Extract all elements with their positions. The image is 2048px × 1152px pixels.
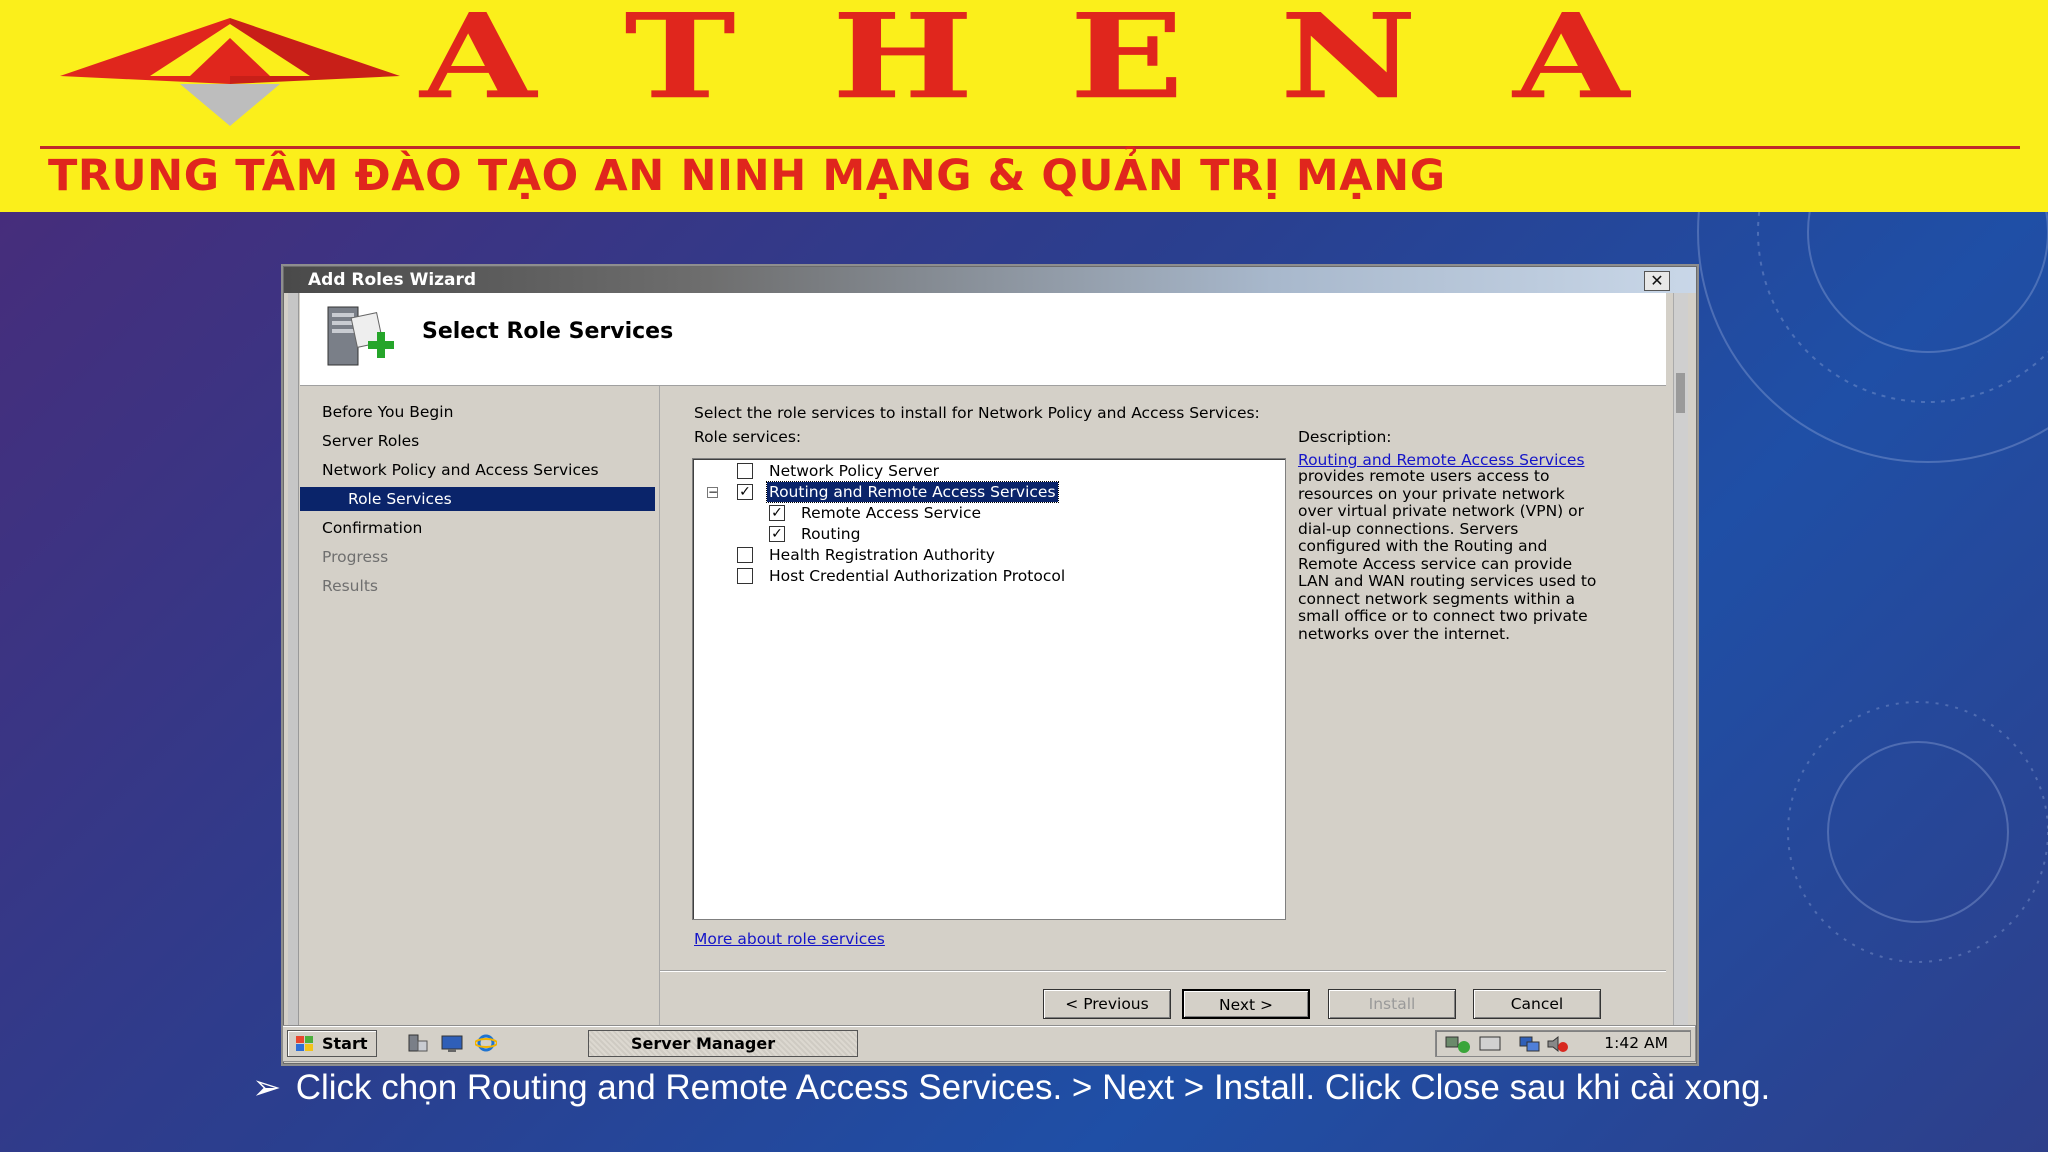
- close-icon[interactable]: ✕: [1644, 271, 1670, 291]
- next-button[interactable]: Next >: [1182, 989, 1310, 1019]
- tree-label: Routing and Remote Access Services: [766, 481, 1059, 503]
- description-line: LAN and WAN routing services used to: [1298, 572, 1597, 590]
- previous-button[interactable]: < Previous: [1043, 989, 1171, 1019]
- page-title: Select Role Services: [422, 319, 674, 344]
- nav-item-server-roles[interactable]: Server Roles: [300, 429, 655, 453]
- volume-muted-icon[interactable]: [1546, 1035, 1570, 1053]
- checkbox-network-policy-server[interactable]: [737, 463, 753, 479]
- taskbar-server-manager[interactable]: Server Manager: [588, 1030, 858, 1057]
- window-title: Add Roles Wizard: [308, 270, 477, 290]
- checkbox-remote-access-service[interactable]: ✓: [769, 505, 785, 521]
- start-button[interactable]: Start: [287, 1030, 377, 1057]
- checkbox-health-registration[interactable]: [737, 547, 753, 563]
- role-services-label: Role services:: [694, 428, 802, 446]
- description-line: resources on your private network: [1298, 484, 1565, 503]
- taskbar-task-label: Server Manager: [631, 1034, 776, 1053]
- description-line: Remote Access service can provide: [1298, 554, 1573, 573]
- description-line: configured with the Routing and: [1298, 537, 1548, 555]
- description-line: connect network segments within a: [1298, 589, 1576, 608]
- window-titlebar[interactable]: Add Roles Wizard ✕: [284, 267, 1696, 293]
- internet-explorer-icon[interactable]: [475, 1033, 497, 1053]
- network-icon[interactable]: [1444, 1035, 1474, 1053]
- nav-item-progress: Progress: [322, 548, 389, 566]
- windows-flag-icon: [296, 1036, 313, 1051]
- header-banner: ATHENA TRUNG TÂM ĐÀO TẠO AN NINH MẠNG & …: [0, 0, 2048, 212]
- banner-tagline: TRUNG TÂM ĐÀO TẠO AN NINH MẠNG & QUẢN TR…: [48, 151, 1446, 201]
- system-tray: 1:42 AM: [1435, 1030, 1691, 1057]
- start-label: Start: [322, 1034, 368, 1053]
- wizard-server-icon: [327, 306, 394, 366]
- instruction-text: Select the role services to install for …: [694, 404, 1260, 422]
- tree-label: Host Credential Authorization Protocol: [769, 567, 1066, 585]
- checkbox-host-credential[interactable]: [737, 568, 753, 584]
- nav-item-role-services[interactable]: Role Services: [300, 487, 655, 511]
- description-label: Description:: [1298, 428, 1392, 446]
- taskbar: Start Server Manager 1:42 AM: [283, 1026, 1695, 1061]
- vertical-scrollbar[interactable]: [1673, 293, 1688, 1051]
- clock: 1:42 AM: [1604, 1034, 1668, 1052]
- add-roles-wizard-window: Add Roles Wizard ✕ Select Role Services …: [283, 266, 1697, 1064]
- slide-caption: ➢ Click chọn Routing and Remote Access S…: [252, 1068, 1770, 1108]
- tree-label: Routing: [801, 525, 861, 543]
- description-line: over virtual private network (VPN) or: [1298, 502, 1585, 520]
- nav-item-before-you-begin[interactable]: Before You Begin: [300, 400, 655, 424]
- banner-divider: [40, 146, 2020, 149]
- nav-item-network-policy[interactable]: Network Policy and Access Services: [300, 458, 655, 482]
- description-line: dial-up connections. Servers: [1298, 519, 1519, 538]
- wizard-content: Select the role services to install for …: [660, 386, 1666, 1051]
- more-about-role-services-link[interactable]: More about role services: [694, 930, 885, 948]
- brand-name: ATHENA: [420, 0, 1726, 126]
- tree-label: Health Registration Authority: [769, 546, 995, 564]
- nav-item-results: Results: [322, 577, 378, 595]
- wizard-header: Select Role Services: [300, 293, 1666, 386]
- wizard-nav: Before You Begin Server Roles Network Po…: [300, 386, 660, 1051]
- show-desktop-icon[interactable]: [441, 1033, 463, 1053]
- caption-text: Click chọn Routing and Remote Access Ser…: [295, 1068, 1771, 1107]
- tree-label: Remote Access Service: [801, 504, 982, 522]
- bullet-arrow-icon: ➢: [252, 1068, 282, 1107]
- server-manager-icon[interactable]: [407, 1033, 429, 1053]
- tree-label: Network Policy Server: [769, 462, 939, 480]
- description-line: small office or to connect two private: [1298, 607, 1588, 625]
- description-line: provides remote users access to: [1298, 467, 1550, 485]
- nav-item-confirmation[interactable]: Confirmation: [300, 516, 655, 540]
- checkbox-routing[interactable]: ✓: [769, 526, 785, 542]
- cancel-button[interactable]: Cancel: [1473, 989, 1601, 1019]
- description-text: provides remote users access to resource…: [1298, 467, 1658, 643]
- network-connections-icon[interactable]: [1518, 1035, 1542, 1053]
- scrollbar-thumb[interactable]: [1676, 373, 1685, 413]
- athena-logo-icon: [60, 18, 400, 126]
- collapse-icon[interactable]: −: [707, 486, 718, 498]
- left-edge: [288, 293, 299, 1051]
- checkbox-routing-remote-access[interactable]: ✓: [737, 484, 753, 500]
- role-services-tree[interactable]: Network Policy Server − ✓ Routing and Re…: [692, 458, 1286, 920]
- description-line: networks over the internet.: [1298, 624, 1511, 643]
- install-button: Install: [1328, 989, 1456, 1019]
- button-separator: [660, 970, 1666, 972]
- display-icon[interactable]: [1478, 1035, 1502, 1053]
